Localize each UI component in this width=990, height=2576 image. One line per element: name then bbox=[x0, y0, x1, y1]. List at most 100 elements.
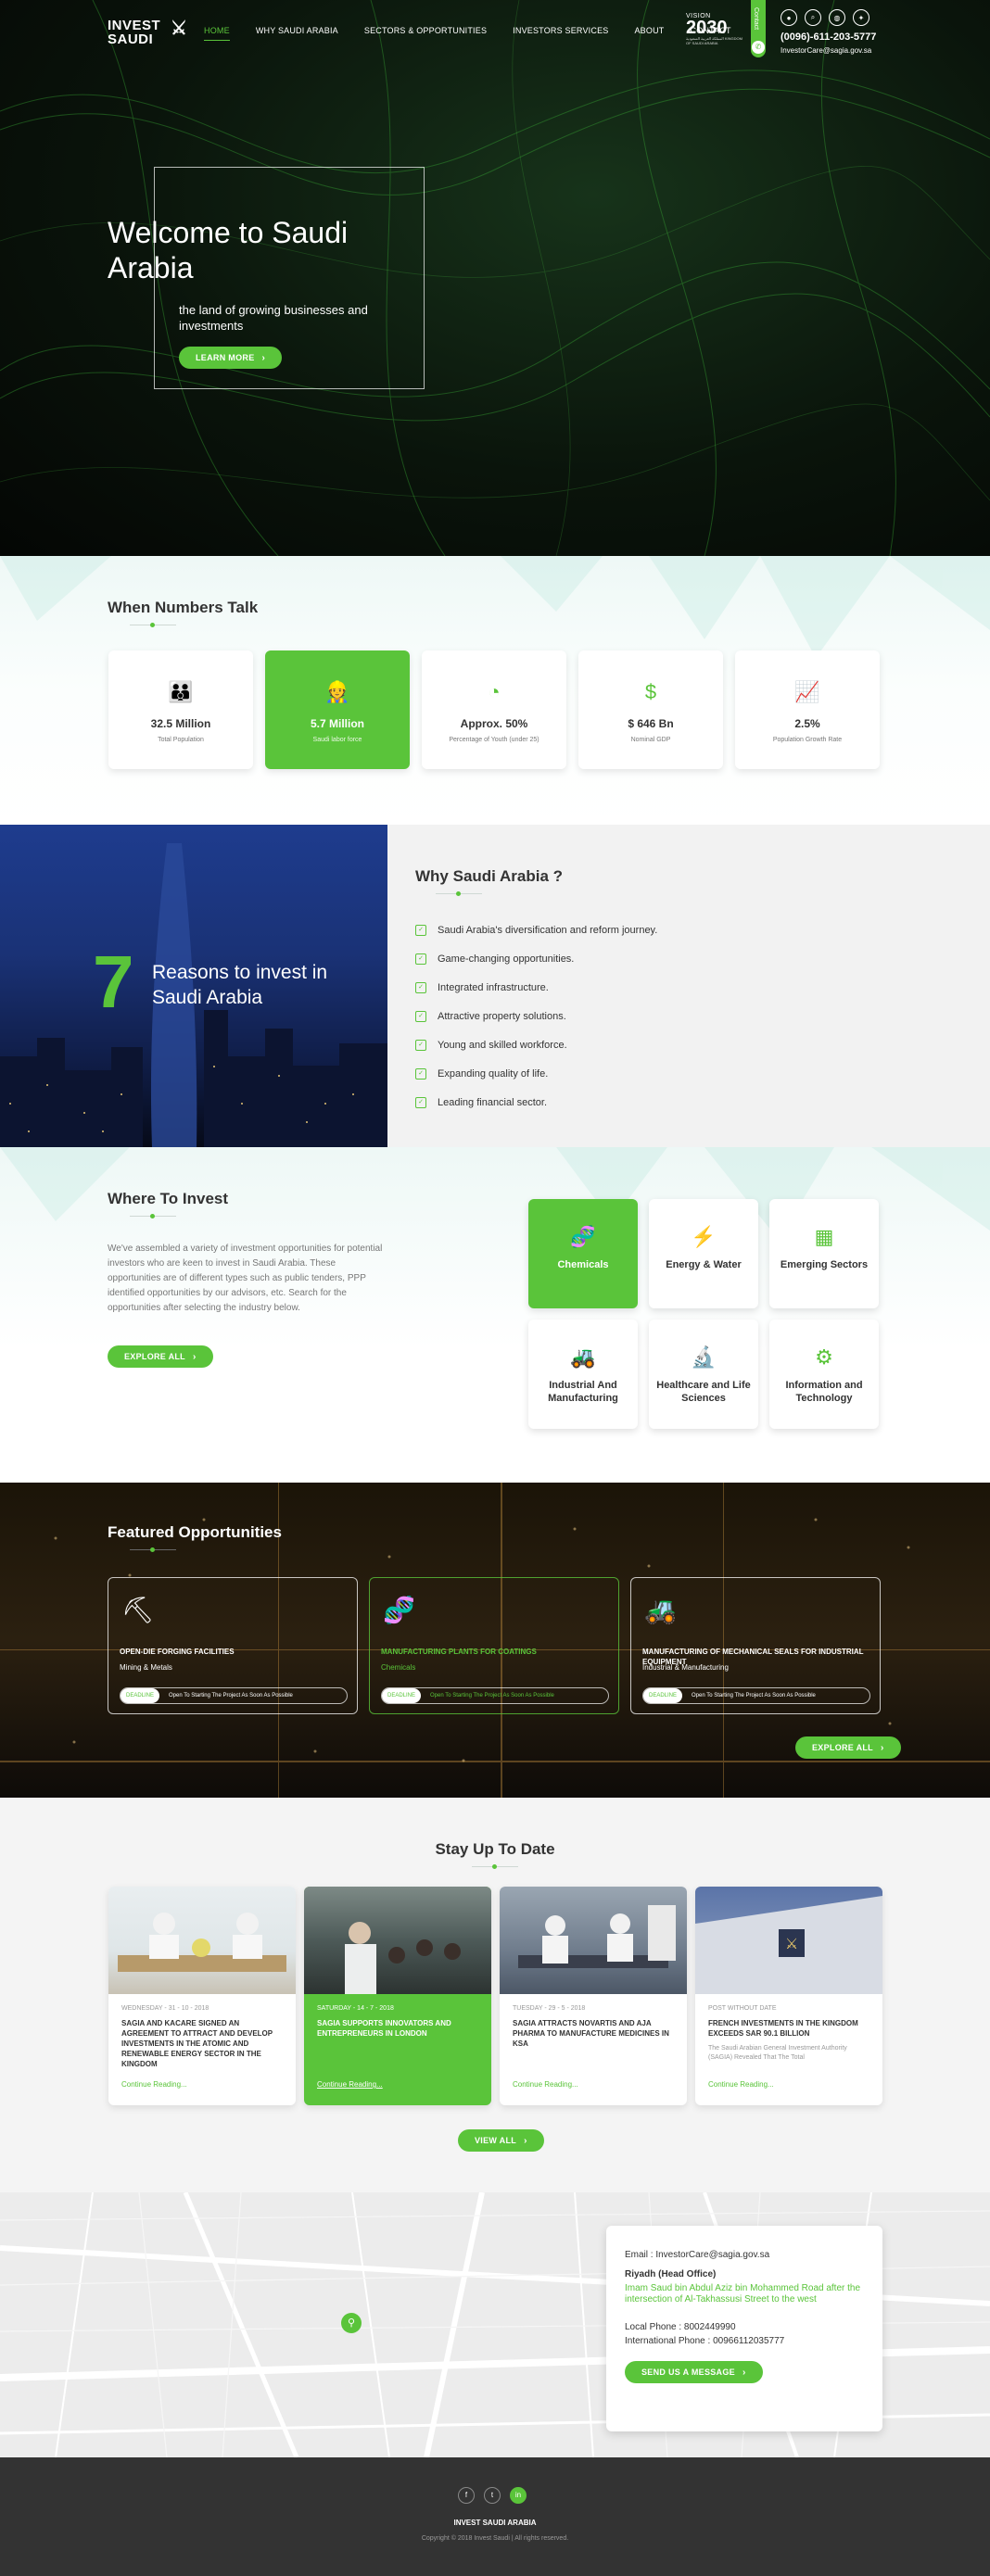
people-icon: 👪 bbox=[168, 680, 194, 703]
header-email[interactable]: InvestorCare@sagia.gov.sa bbox=[781, 46, 871, 55]
dna-icon: 🧬 bbox=[570, 1225, 596, 1248]
globe-icon[interactable]: ◍ bbox=[829, 9, 845, 26]
reasons-tagline: Reasons to invest in Saudi Arabia bbox=[152, 962, 328, 1008]
stat-card-growth[interactable]: 📈 2.5% Population Growth Rate bbox=[735, 650, 880, 769]
title-underline bbox=[130, 1547, 176, 1552]
worker-icon: 👷 bbox=[324, 680, 350, 703]
nav-investors-services[interactable]: INVESTORS SERVICES bbox=[513, 26, 608, 41]
check-box-icon: ✓ bbox=[415, 953, 426, 965]
reason-item: ✓ Saudi Arabia's diversification and refo… bbox=[415, 915, 657, 944]
sector-it[interactable]: ⚙ Information and Technology bbox=[769, 1320, 879, 1429]
news-card[interactable]: WEDNESDAY - 31 - 10 - 2018 SAGIA AND KAC… bbox=[108, 1887, 296, 2105]
chevron-right-icon: › bbox=[524, 2135, 527, 2146]
reason-item: ✓ Young and skilled workforce. bbox=[415, 1030, 657, 1059]
top-navigation: INVEST SAUDI ⚔ HOME WHY SAUDI ARABIA SEC… bbox=[0, 0, 990, 65]
hero-subtitle: the land of growing businesses and inves… bbox=[179, 303, 368, 333]
vision-2030-logo[interactable]: VISION 2030 المملكة العربية السعودية KIN… bbox=[686, 13, 743, 50]
check-box-icon: ✓ bbox=[415, 1096, 426, 1108]
sector-energy-water[interactable]: ⚡ Energy & Water bbox=[649, 1199, 758, 1308]
linkedin-icon[interactable]: in bbox=[510, 2487, 527, 2504]
stat-card-labor-force[interactable]: 👷 5.7 Million Saudi labor force bbox=[265, 650, 410, 769]
check-box-icon: ✓ bbox=[415, 1010, 426, 1022]
news-image bbox=[304, 1887, 491, 1994]
news-section: Stay Up To Date WEDNESDAY - 31 - 10 - 20… bbox=[0, 1798, 990, 2192]
title-underline bbox=[472, 1864, 518, 1869]
pie-icon: ◔ bbox=[488, 680, 501, 703]
riyadh-skyline-image: 7 Reasons to invest in Saudi Arabia bbox=[0, 825, 387, 1147]
sector-emerging[interactable]: ▦ Emerging Sectors bbox=[769, 1199, 879, 1308]
nav-sectors-opportunities[interactable]: SECTORS & OPPORTUNITIES bbox=[364, 26, 487, 41]
user-icon[interactable]: ● bbox=[781, 9, 797, 26]
reason-item: ✓ Game-changing opportunities. bbox=[415, 944, 657, 973]
phone-icon: ✆ bbox=[752, 41, 765, 54]
microscope-icon: 🔬 bbox=[691, 1345, 717, 1369]
dna-icon: 🧬 bbox=[383, 1596, 415, 1624]
location-map[interactable]: ⚲ Email : InvestorCare@sagia.gov.sa Riya… bbox=[0, 2192, 990, 2457]
continue-reading-link[interactable]: Continue Reading... bbox=[708, 2080, 774, 2089]
news-card[interactable]: TUESDAY - 29 - 5 - 2018 SAGIA ATTRACTS N… bbox=[500, 1887, 687, 2105]
nav-about[interactable]: ABOUT bbox=[634, 26, 664, 41]
featured-title: Featured Opportunities bbox=[108, 1523, 282, 1541]
numbers-section: When Numbers Talk 👪 32.5 Million Total P… bbox=[0, 556, 990, 825]
opportunity-card[interactable]: 🧬 MANUFACTURING PLANTS FOR COATINGS Chem… bbox=[369, 1577, 619, 1714]
twitter-icon[interactable]: t bbox=[484, 2487, 501, 2504]
stat-card-youth[interactable]: ◔ Approx. 50% Percentage of Youth (under… bbox=[422, 650, 566, 769]
invest-saudi-logo[interactable]: INVEST SAUDI ⚔ bbox=[108, 19, 187, 46]
header-phone[interactable]: (0096)-611-203-5777 bbox=[781, 32, 876, 43]
sector-industrial[interactable]: 🚜 Industrial And Manufacturing bbox=[528, 1320, 638, 1429]
stat-card-population[interactable]: 👪 32.5 Million Total Population bbox=[108, 650, 253, 769]
reasons-count: 7 bbox=[93, 941, 134, 1023]
tech-icon: ⚙ bbox=[815, 1345, 833, 1369]
check-box-icon: ✓ bbox=[415, 981, 426, 993]
gdp-icon: $ bbox=[644, 680, 657, 703]
footer-copyright: Copyright © 2018 Invest Saudi | All righ… bbox=[421, 2535, 569, 2542]
energy-icon: ⚡ bbox=[691, 1225, 717, 1248]
check-box-icon: ✓ bbox=[415, 924, 426, 936]
sector-healthcare[interactable]: 🔬 Healthcare and Life Sciences bbox=[649, 1320, 758, 1429]
social-links: f t in bbox=[458, 2487, 527, 2504]
chevron-right-icon: › bbox=[880, 1742, 884, 1753]
view-all-news-button[interactable]: VIEW ALL › bbox=[458, 2129, 544, 2152]
explore-all-opportunities-button[interactable]: EXPLORE ALL › bbox=[795, 1736, 901, 1759]
reason-item: ✓ Expanding quality of life. bbox=[415, 1059, 657, 1088]
news-card[interactable]: ⚔ POST WITHOUT DATE FRENCH INVESTMENTS I… bbox=[695, 1887, 882, 2105]
hero-section: INVEST SAUDI ⚔ HOME WHY SAUDI ARABIA SEC… bbox=[0, 0, 990, 556]
check-box-icon: ✓ bbox=[415, 1067, 426, 1080]
hero-title: Welcome to Saudi Arabia bbox=[108, 216, 349, 284]
building-icon: ▦ bbox=[814, 1225, 834, 1248]
header-icon-group: ● ⌕ ◍ ✦ bbox=[781, 9, 869, 26]
nav-why-saudi-arabia[interactable]: WHY SAUDI ARABIA bbox=[256, 26, 338, 41]
map-pin-icon[interactable]: ⚲ bbox=[341, 2313, 362, 2333]
reason-item: ✓ Leading financial sector. bbox=[415, 1088, 657, 1117]
logo-mark-icon: ⚔ bbox=[171, 19, 188, 39]
where-to-invest-section: Where To Invest We've assembled a variet… bbox=[0, 1147, 990, 1483]
explore-all-sectors-button[interactable]: EXPLORE ALL › bbox=[108, 1345, 213, 1368]
facebook-icon[interactable]: f bbox=[458, 2487, 475, 2504]
reason-item: ✓ Integrated infrastructure. bbox=[415, 973, 657, 1002]
opportunity-card[interactable]: ⛏ OPEN-DIE FORGING FACILITIES Mining & M… bbox=[108, 1577, 358, 1714]
continue-reading-link[interactable]: Continue Reading... bbox=[121, 2080, 187, 2089]
news-image bbox=[500, 1887, 687, 1994]
stat-card-gdp[interactable]: $ $ 646 Bn Nominal GDP bbox=[578, 650, 723, 769]
sector-chemicals[interactable]: 🧬 Chemicals bbox=[528, 1199, 638, 1308]
send-message-button[interactable]: SEND US A MESSAGE › bbox=[625, 2361, 763, 2383]
continue-reading-link[interactable]: Continue Reading... bbox=[317, 2080, 383, 2089]
deadline-pill: DEADLINE Open To Starting The Project As … bbox=[120, 1687, 348, 1704]
contact-side-tab[interactable]: Contact ✆ bbox=[751, 0, 766, 57]
reasons-list: ✓ Saudi Arabia's diversification and refo… bbox=[415, 915, 657, 1117]
check-box-icon: ✓ bbox=[415, 1039, 426, 1051]
nav-home[interactable]: HOME bbox=[204, 26, 230, 41]
numbers-title: When Numbers Talk bbox=[108, 599, 259, 616]
deadline-pill: DEADLINE Open To Starting The Project As … bbox=[642, 1687, 870, 1704]
contact-card: Email : InvestorCare@sagia.gov.sa Riyadh… bbox=[606, 2226, 882, 2431]
opportunity-card[interactable]: 🚜 MANUFACTURING OF MECHANICAL SEALS FOR … bbox=[630, 1577, 881, 1714]
learn-more-button[interactable]: LEARN MORE › bbox=[179, 347, 283, 369]
reasons-section: 7 Reasons to invest in Saudi Arabia Why … bbox=[0, 825, 990, 1147]
search-icon[interactable]: ⌕ bbox=[805, 9, 821, 26]
news-card[interactable]: SATURDAY - 14 - 7 - 2018 SAGIA SUPPORTS … bbox=[304, 1887, 491, 2105]
growth-icon: 📈 bbox=[794, 680, 820, 703]
where-title: Where To Invest bbox=[108, 1190, 229, 1207]
news-image: ⚔ bbox=[695, 1887, 882, 1994]
continue-reading-link[interactable]: Continue Reading... bbox=[513, 2080, 578, 2089]
emblem-icon[interactable]: ✦ bbox=[853, 9, 869, 26]
